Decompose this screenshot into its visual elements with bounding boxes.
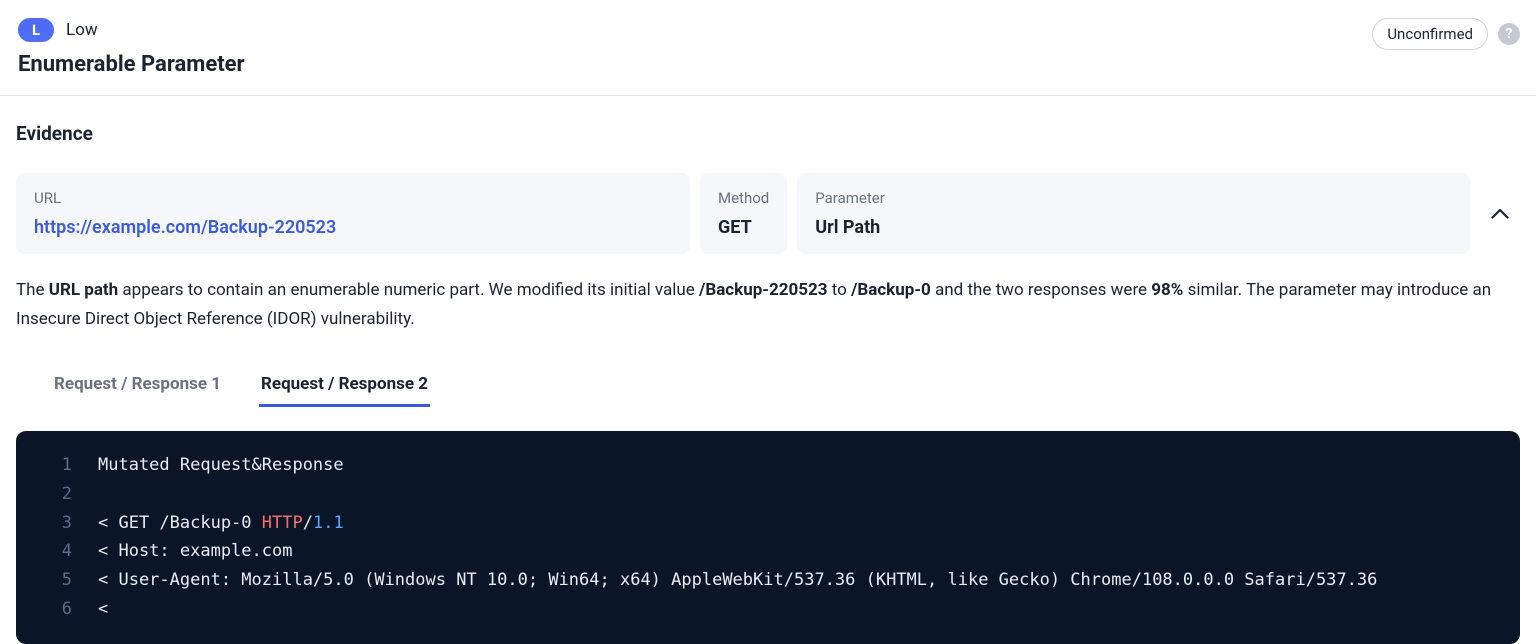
code-text: / — [303, 513, 313, 533]
code-line: 2 — [16, 480, 1520, 509]
header-right: Unconfirmed ? — [1372, 18, 1520, 50]
code-block: 1 Mutated Request&Response 2 3 < GET /Ba… — [16, 431, 1520, 644]
tab-request-response-1[interactable]: Request / Response 1 — [52, 364, 223, 407]
code-line: 3 < GET /Backup-0 HTTP/1.1 — [16, 509, 1520, 538]
header-left: L Low Enumerable Parameter — [18, 18, 245, 77]
url-link[interactable]: https://example.com/Backup-220523 — [34, 217, 672, 238]
desc-text: appears to contain an enumerable numeric… — [118, 280, 699, 300]
line-number: 6 — [16, 595, 98, 624]
severity-row: L Low — [18, 18, 245, 42]
desc-text: and the two responses were — [931, 280, 1152, 300]
code-line: 4 < Host: example.com — [16, 537, 1520, 566]
request-response-tabs: Request / Response 1 Request / Response … — [16, 364, 1520, 407]
parameter-box: Parameter Url Path — [797, 173, 1470, 254]
line-number: 1 — [16, 451, 98, 480]
evidence-description: The URL path appears to contain an enume… — [16, 276, 1520, 334]
code-line: 1 Mutated Request&Response — [16, 451, 1520, 480]
code-content: < GET /Backup-0 HTTP/1.1 — [98, 509, 344, 538]
code-content: Mutated Request&Response — [98, 451, 344, 480]
code-content: < — [98, 595, 108, 624]
url-label: URL — [34, 189, 672, 207]
code-content: < Host: example.com — [98, 537, 292, 566]
desc-strong-urlpath: URL path — [49, 280, 118, 300]
line-number: 5 — [16, 566, 98, 595]
desc-text: The — [16, 280, 49, 300]
desc-strong-initial: /Backup-220523 — [699, 280, 828, 300]
severity-label: Low — [66, 20, 98, 40]
code-line: 6 < — [16, 595, 1520, 624]
method-label: Method — [718, 189, 769, 207]
code-token-http: HTTP — [262, 513, 303, 533]
evidence-info-row: URL https://example.com/Backup-220523 Me… — [16, 173, 1520, 254]
content: Evidence URL https://example.com/Backup-… — [0, 96, 1536, 644]
finding-header: L Low Enumerable Parameter Unconfirmed ? — [0, 0, 1536, 96]
tab-request-response-2[interactable]: Request / Response 2 — [259, 364, 430, 407]
parameter-label: Parameter — [815, 189, 1452, 207]
severity-badge: L — [18, 18, 54, 42]
method-value: GET — [718, 217, 769, 238]
evidence-heading: Evidence — [16, 122, 1520, 145]
status-pill[interactable]: Unconfirmed — [1372, 18, 1488, 50]
code-content: < User-Agent: Mozilla/5.0 (Windows NT 10… — [98, 566, 1377, 595]
desc-text: to — [828, 280, 852, 300]
url-box: URL https://example.com/Backup-220523 — [16, 173, 690, 254]
code-token-version: 1.1 — [313, 513, 344, 533]
method-box: Method GET — [700, 173, 787, 254]
desc-strong-similarity: 98% — [1151, 280, 1183, 300]
chevron-up-icon — [1491, 208, 1509, 219]
line-number: 3 — [16, 509, 98, 538]
finding-title: Enumerable Parameter — [18, 52, 245, 77]
line-number: 4 — [16, 537, 98, 566]
collapse-button[interactable] — [1480, 173, 1520, 254]
line-number: 2 — [16, 480, 98, 509]
help-icon[interactable]: ? — [1498, 23, 1520, 45]
desc-strong-mutated: /Backup-0 — [851, 280, 931, 300]
code-text: < GET /Backup-0 — [98, 513, 262, 533]
code-line: 5 < User-Agent: Mozilla/5.0 (Windows NT … — [16, 566, 1520, 595]
parameter-value: Url Path — [815, 217, 1452, 238]
